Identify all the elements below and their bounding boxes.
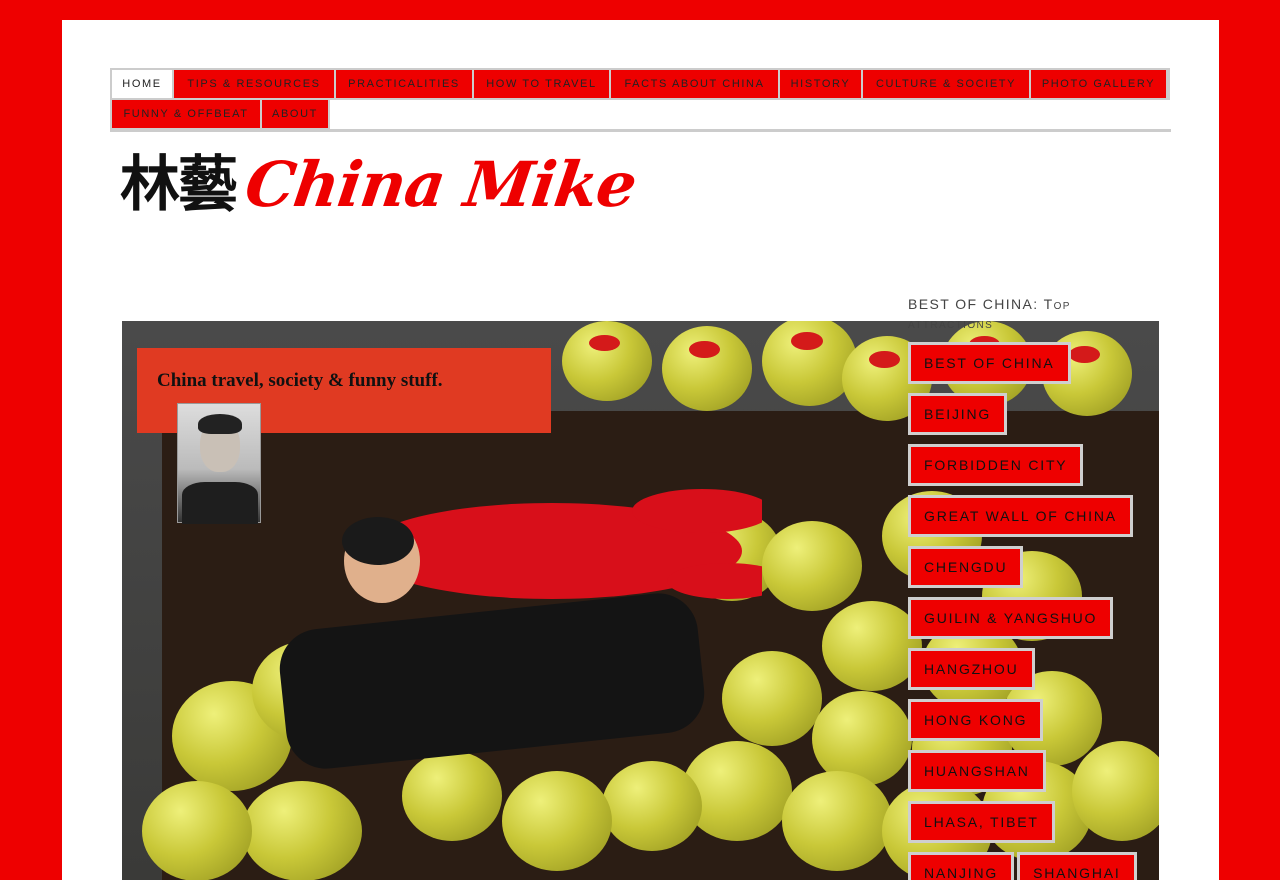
nav-item-how-to-travel[interactable]: HOW TO TRAVEL [474,70,611,100]
fruit-price-sticker [869,351,900,369]
tag-hangzhou[interactable]: HANGZHOU [908,648,1035,690]
tag-best-of-china[interactable]: BEST OF CHINA [908,342,1071,384]
tag-guilin-yangshuo[interactable]: GUILIN & YANGSHUO [908,597,1114,639]
nav-row-secondary: FUNNY & OFFBEAT ABOUT [110,100,1170,130]
nav-item-tips-resources[interactable]: TIPS & RESOURCES [174,70,336,100]
nav-item-practicalities[interactable]: PRACTICALITIES [336,70,474,100]
logo-chinese-characters: 林藝 [120,150,238,220]
site-logo[interactable]: 林藝 China Mike [120,148,641,221]
fruit-pomelo [762,521,862,611]
nav-item-about[interactable]: ABOUT [262,100,330,130]
nav-item-history[interactable]: HISTORY [780,70,863,100]
fruit-pomelo [242,781,362,880]
sidebar-top-attractions: BEST OF CHINA: TOP ATTRACTIONS BEST OF C… [908,296,1168,880]
fruit-pomelo [402,751,502,841]
sidebar-title: BEST OF CHINA: TOP ATTRACTIONS [908,296,1168,336]
sidebar-title-smallcaps: OP [1053,301,1071,312]
fruit-price-sticker [790,332,823,351]
tag-nanjing[interactable]: NANJING [908,852,1015,880]
tag-hong-kong[interactable]: HONG KONG [908,699,1044,741]
sidebar-title-main: BEST OF CHINA: T [908,296,1054,312]
tag-chengdu[interactable]: CHENGDU [908,546,1024,588]
tag-shanghai[interactable]: SHANGHAI [1017,852,1137,880]
fruit-pomelo [782,771,892,871]
nav-item-culture-society[interactable]: CULTURE & SOCIETY [863,70,1031,100]
fruit-pomelo [662,326,752,411]
tag-huangshan[interactable]: HUANGSHAN [908,750,1046,792]
fruit-pomelo [822,601,922,691]
nav-item-home[interactable]: HOME [112,70,174,100]
fruit-price-sticker [589,335,620,352]
fruit-pomelo [502,771,612,871]
logo-wordmark: China Mike [240,148,641,221]
hero-banner-text: China travel, society & funny stuff. [157,370,443,391]
fruit-price-sticker [689,341,720,359]
tag-great-wall-of-china[interactable]: GREAT WALL OF CHINA [908,495,1133,537]
page-container: HOME TIPS & RESOURCES PRACTICALITIES HOW… [62,20,1219,880]
nav-divider [110,129,1171,132]
tag-beijing[interactable]: BEIJING [908,393,1008,435]
hero-author-photo [177,403,261,524]
nav-item-funny-offbeat[interactable]: FUNNY & OFFBEAT [110,100,262,130]
author-hair [198,414,242,434]
main-navigation: HOME TIPS & RESOURCES PRACTICALITIES HOW… [110,68,1170,130]
nav-item-facts-about-china[interactable]: FACTS ABOUT CHINA [611,70,780,100]
sidebar-title-line2: ATTRACTIONS [908,320,994,331]
tag-forbidden-city[interactable]: FORBIDDEN CITY [908,444,1084,486]
fruit-pomelo [562,321,652,401]
fruit-pomelo [142,781,252,880]
fruit-pomelo [602,761,702,851]
attraction-tag-list: BEST OF CHINA BEIJING FORBIDDEN CITY GRE… [908,342,1168,880]
fruit-pomelo [722,651,822,746]
nav-row-primary: HOME TIPS & RESOURCES PRACTICALITIES HOW… [110,68,1170,100]
fruit-pomelo [762,321,857,406]
tag-lhasa-tibet[interactable]: LHASA, TIBET [908,801,1055,843]
nav-item-photo-gallery[interactable]: PHOTO GALLERY [1031,70,1168,100]
author-shirt [182,482,258,524]
